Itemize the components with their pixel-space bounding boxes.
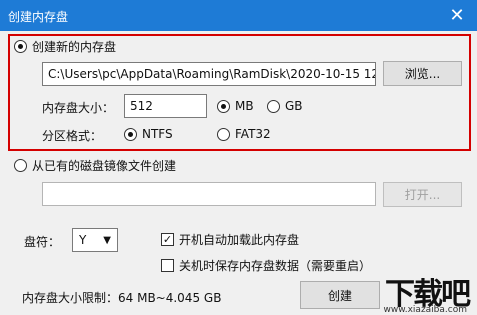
title-bar: 创建内存盘 ✕ (0, 0, 477, 31)
radio-dot-selected (124, 127, 137, 141)
checkbox-icon (161, 259, 174, 272)
autoload-checkbox[interactable]: ✓ 开机自动加载此内存盘 (161, 231, 299, 248)
autoload-label: 开机自动加载此内存盘 (179, 233, 300, 247)
radio-fs-ntfs[interactable]: NTFS (124, 127, 173, 141)
radio-from-image[interactable]: 从已有的磁盘镜像文件创建 (14, 157, 176, 174)
radio-dot (267, 99, 280, 113)
checkbox-checked-icon: ✓ (161, 233, 174, 246)
radio-unit-gb-label: GB (285, 99, 303, 113)
radio-create-new[interactable]: 创建新的内存盘 (14, 38, 116, 55)
radio-fs-ntfs-label: NTFS (142, 127, 173, 141)
radio-dot-selected (14, 40, 27, 53)
drive-letter-value: Y (79, 233, 87, 247)
chevron-down-icon: ▼ (103, 234, 111, 246)
radio-dot (14, 159, 27, 172)
size-limit-text: 内存盘大小限制：64 MB~4.045 GB (22, 291, 222, 305)
drive-letter-label: 盘符： (24, 235, 61, 249)
format-label: 分区格式： (42, 129, 103, 143)
watermark-logo: 下载吧 www.xiazaiba.com (339, 265, 477, 315)
watermark-domain: www.xiazaiba.com (383, 305, 467, 315)
size-input[interactable]: 512 (124, 94, 207, 118)
window-title: 创建内存盘 (8, 10, 69, 24)
radio-unit-mb-label: MB (235, 99, 254, 113)
radio-unit-gb[interactable]: GB (267, 99, 303, 113)
dialog-body: 创建新的内存盘 C:\Users\pc\AppData\Roaming\RamD… (0, 31, 477, 315)
radio-fs-fat32[interactable]: FAT32 (217, 127, 271, 141)
radio-create-new-label: 创建新的内存盘 (32, 40, 117, 54)
open-button[interactable]: 打开... (383, 182, 462, 207)
image-path-input[interactable] (42, 182, 376, 206)
new-disk-path-input[interactable]: C:\Users\pc\AppData\Roaming\RamDisk\2020… (42, 62, 376, 86)
radio-dot-selected (217, 99, 230, 113)
close-icon[interactable]: ✕ (437, 0, 477, 31)
radio-from-image-label: 从已有的磁盘镜像文件创建 (32, 159, 177, 173)
radio-unit-mb[interactable]: MB (217, 99, 254, 113)
size-label: 内存盘大小： (42, 101, 115, 115)
radio-dot (217, 127, 230, 141)
radio-fs-fat32-label: FAT32 (235, 127, 271, 141)
browse-button[interactable]: 浏览... (383, 61, 462, 86)
drive-letter-select[interactable]: Y ▼ (72, 228, 118, 252)
